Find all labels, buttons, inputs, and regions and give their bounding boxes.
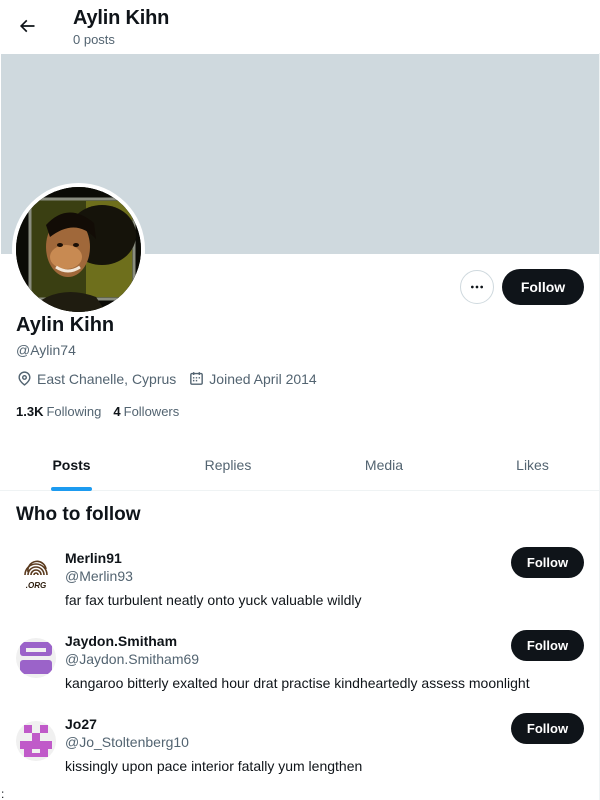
following-label: Following (46, 404, 102, 419)
post-count: 0 posts (73, 32, 115, 47)
suggestion-handle: @Merlin93 (65, 568, 133, 584)
suggestion-name[interactable]: Merlin91 (65, 550, 122, 566)
following-count: 1.3K (16, 404, 44, 419)
top-bar: Aylin Kihn 0 posts (0, 0, 600, 53)
more-options-button[interactable] (460, 270, 494, 304)
who-to-follow-title: Who to follow (16, 504, 141, 525)
org-fingerprint-logo-icon: .ORG (16, 555, 56, 595)
suggestion-name[interactable]: Jo27 (65, 716, 97, 732)
location: East Chanelle, Cyprus (16, 370, 176, 387)
profile-tabs: Posts Replies Media Likes (0, 438, 600, 491)
location-pin-icon (18, 371, 31, 386)
followers-count: 4 (113, 404, 121, 419)
profile-page: Aylin Kihn 0 posts Follow Aylin Kihn @Ay… (0, 0, 600, 800)
suggestion-handle: @Jaydon.Smitham69 (65, 651, 200, 667)
profile-name: Aylin Kihn (16, 314, 115, 336)
profile-handle: @Aylin74 (16, 342, 76, 358)
suggestion-name[interactable]: Jaydon.Smitham (65, 633, 177, 649)
tab-posts[interactable]: Posts (0, 438, 143, 491)
join-date: Joined April 2014 (188, 370, 317, 387)
profile-avatar[interactable] (12, 183, 145, 316)
back-arrow-icon (19, 19, 35, 33)
suggestion-item[interactable]: Jaydon.Smitham @Jaydon.Smitham69 kangaro… (0, 630, 600, 713)
back-button[interactable] (8, 7, 46, 45)
purple-identicon-icon (16, 638, 56, 678)
tab-likes[interactable]: Likes (455, 438, 600, 491)
tab-media[interactable]: Media (313, 438, 455, 491)
suggestion-bio: kissingly upon pace interior fatally yum… (65, 758, 363, 774)
suggestion-bio: kangaroo bitterly exalted hour drat prac… (65, 675, 530, 691)
magenta-identicon-icon (16, 721, 56, 761)
avatar-photo (16, 187, 141, 312)
suggestion-follow-button[interactable]: Follow (511, 630, 584, 661)
join-date-text: Joined April 2014 (209, 370, 317, 387)
calendar-icon (190, 372, 204, 385)
location-text: East Chanelle, Cyprus (37, 370, 177, 387)
followers-label: Followers (123, 404, 180, 419)
suggestion-avatar[interactable] (16, 638, 56, 678)
profile-meta: East Chanelle, Cyprus Joined April 2014 (16, 370, 329, 387)
suggestion-bio: far fax turbulent neatly onto yuck valua… (65, 592, 362, 608)
suggestion-avatar[interactable]: .ORG (16, 555, 56, 595)
suggestion-avatar[interactable] (16, 721, 56, 761)
follow-stats: 1.3K Following 4 Followers (16, 404, 191, 419)
tab-replies[interactable]: Replies (143, 438, 313, 491)
svg-text:.ORG: .ORG (26, 581, 46, 590)
suggestion-item[interactable]: Jo27 @Jo_Stoltenberg10 kissingly upon pa… (0, 713, 600, 796)
header-title: Aylin Kihn (73, 7, 170, 29)
suggestion-follow-button[interactable]: Follow (511, 547, 584, 578)
followers-link[interactable]: 4 Followers (113, 404, 179, 419)
suggestion-handle: @Jo_Stoltenberg10 (65, 734, 189, 750)
active-tab-indicator (51, 487, 92, 491)
suggestion-follow-button[interactable]: Follow (511, 713, 584, 744)
following-link[interactable]: 1.3K Following (16, 404, 101, 419)
follow-button[interactable]: Follow (502, 269, 584, 305)
stray-character: : (1, 787, 5, 800)
more-dots-icon (471, 285, 483, 289)
suggestion-item[interactable]: .ORG Merlin91 @Merlin93 far fax turbulen… (0, 547, 600, 630)
